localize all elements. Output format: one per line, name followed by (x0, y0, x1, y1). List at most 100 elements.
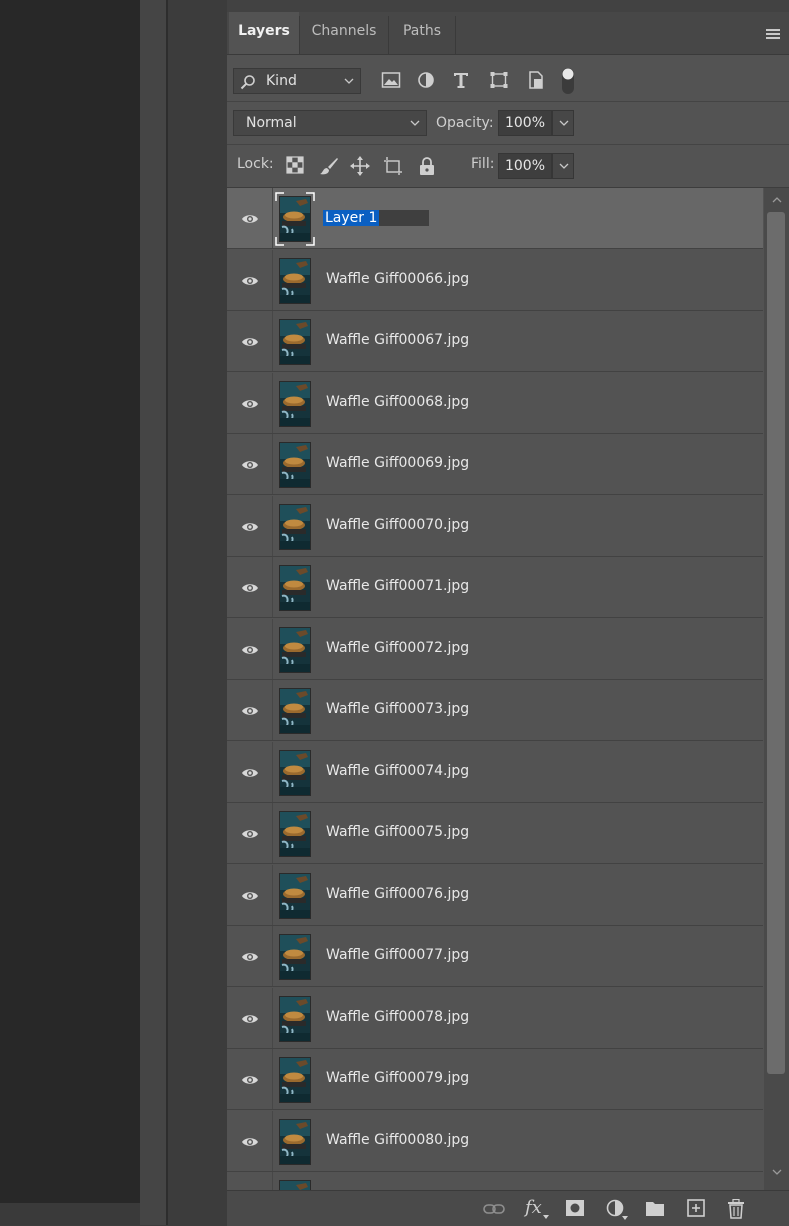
scroll-down-icon[interactable] (772, 1168, 782, 1176)
layer-thumbnail[interactable] (279, 381, 311, 427)
new-layer-icon[interactable] (687, 1199, 705, 1217)
layer-row[interactable] (227, 1172, 763, 1190)
layer-row[interactable]: Waffle Giff00068.jpg (227, 373, 763, 434)
visibility-toggle[interactable] (227, 250, 273, 310)
trash-icon[interactable] (727, 1199, 745, 1219)
layer-row[interactable]: Layer 1 (227, 188, 763, 249)
visibility-toggle[interactable] (227, 311, 273, 371)
visibility-toggle[interactable] (227, 496, 273, 556)
link-layers-icon[interactable] (483, 1202, 505, 1216)
layer-thumbnail[interactable] (279, 258, 311, 304)
layer-row[interactable]: Waffle Giff00075.jpg (227, 803, 763, 864)
blend-mode-select[interactable]: Normal (233, 110, 427, 136)
eye-icon[interactable] (241, 705, 259, 717)
layer-row[interactable]: Waffle Giff00069.jpg (227, 434, 763, 495)
eye-icon[interactable] (241, 828, 259, 840)
layer-thumbnail[interactable] (279, 811, 311, 857)
layer-row[interactable]: Waffle Giff00071.jpg (227, 557, 763, 618)
visibility-toggle[interactable] (227, 865, 273, 925)
panel-menu-icon[interactable] (765, 27, 781, 41)
adjustment-layer-icon[interactable] (606, 1199, 628, 1221)
lock-position-icon[interactable] (350, 156, 370, 176)
eye-icon[interactable] (241, 1013, 259, 1025)
layer-style-button[interactable]: fx (525, 1197, 542, 1218)
eye-icon[interactable] (241, 767, 259, 779)
fill-input[interactable]: 100% (498, 153, 552, 179)
layer-thumbnail[interactable] (279, 565, 311, 611)
group-folder-icon[interactable] (645, 1199, 665, 1217)
eye-icon[interactable] (241, 398, 259, 410)
eye-icon[interactable] (241, 459, 259, 471)
lock-transparent-pixels-icon[interactable] (286, 156, 304, 174)
eye-icon[interactable] (241, 213, 259, 225)
visibility-toggle[interactable] (227, 373, 273, 433)
layer-thumbnail[interactable] (279, 1057, 311, 1103)
layer-row[interactable]: Waffle Giff00072.jpg (227, 619, 763, 680)
visibility-toggle[interactable] (227, 803, 273, 863)
layer-name: Waffle Giff00066.jpg (326, 271, 470, 287)
scroll-up-icon[interactable] (772, 196, 782, 204)
tab-channels[interactable]: Channels (300, 12, 388, 54)
shape-layer-filter-icon[interactable] (489, 71, 509, 89)
eye-icon[interactable] (241, 951, 259, 963)
layer-thumbnail[interactable] (279, 750, 311, 796)
tab-paths[interactable]: Paths (389, 12, 455, 54)
layer-row[interactable]: Waffle Giff00078.jpg (227, 988, 763, 1049)
layer-thumbnail[interactable] (279, 627, 311, 673)
layer-row[interactable]: Waffle Giff00077.jpg (227, 926, 763, 987)
layer-thumbnail[interactable] (279, 873, 311, 919)
visibility-toggle[interactable] (227, 988, 273, 1048)
eye-icon[interactable] (241, 582, 259, 594)
layer-thumbnail[interactable] (279, 1119, 311, 1165)
layer-thumbnail[interactable] (279, 442, 311, 488)
layer-row[interactable]: Waffle Giff00070.jpg (227, 496, 763, 557)
eye-icon[interactable] (241, 890, 259, 902)
layer-row[interactable]: Waffle Giff00074.jpg (227, 742, 763, 803)
layer-list-scrollbar[interactable] (764, 188, 789, 1190)
type-layer-filter-icon[interactable] (452, 71, 470, 89)
lock-all-icon[interactable] (418, 156, 436, 176)
visibility-toggle[interactable] (227, 1111, 273, 1171)
visibility-toggle[interactable] (227, 1172, 273, 1190)
layer-row[interactable]: Waffle Giff00066.jpg (227, 250, 763, 311)
visibility-toggle[interactable] (227, 557, 273, 617)
layer-thumbnail[interactable] (279, 504, 311, 550)
visibility-toggle[interactable] (227, 1049, 273, 1109)
layer-thumbnail[interactable] (279, 996, 311, 1042)
smart-object-filter-icon[interactable] (527, 71, 545, 89)
layer-thumbnail[interactable] (279, 688, 311, 734)
visibility-toggle[interactable] (227, 619, 273, 679)
layer-thumbnail[interactable] (279, 1180, 311, 1190)
eye-icon[interactable] (241, 644, 259, 656)
eye-icon[interactable] (241, 1136, 259, 1148)
layer-row[interactable]: Waffle Giff00079.jpg (227, 1049, 763, 1110)
visibility-toggle[interactable] (227, 926, 273, 986)
visibility-toggle[interactable] (227, 188, 273, 248)
layer-thumbnail[interactable] (279, 934, 311, 980)
tab-layers[interactable]: Layers (229, 12, 299, 54)
layer-row[interactable]: Waffle Giff00080.jpg (227, 1111, 763, 1172)
visibility-toggle[interactable] (227, 434, 273, 494)
lock-artboard-icon[interactable] (383, 156, 403, 176)
layer-thumbnail[interactable] (279, 319, 311, 365)
layer-row[interactable]: Waffle Giff00076.jpg (227, 865, 763, 926)
filter-toggle-icon[interactable] (561, 67, 575, 95)
fill-dropdown[interactable] (552, 153, 574, 179)
opacity-dropdown[interactable] (552, 110, 574, 136)
filter-kind-select[interactable]: Kind (233, 68, 361, 94)
eye-icon[interactable] (241, 275, 259, 287)
opacity-input[interactable]: 100% (498, 110, 552, 136)
eye-icon[interactable] (241, 336, 259, 348)
adjustment-layer-filter-icon[interactable] (417, 71, 435, 89)
lock-image-pixels-icon[interactable] (319, 156, 339, 176)
scrollbar-thumb[interactable] (767, 212, 785, 1074)
eye-icon[interactable] (241, 1074, 259, 1086)
pixel-layer-filter-icon[interactable] (381, 71, 401, 89)
layer-row[interactable]: Waffle Giff00067.jpg (227, 311, 763, 372)
visibility-toggle[interactable] (227, 742, 273, 802)
eye-icon[interactable] (241, 521, 259, 533)
visibility-toggle[interactable] (227, 680, 273, 740)
layer-row[interactable]: Waffle Giff00073.jpg (227, 680, 763, 741)
layer-name-input[interactable]: Layer 1 (323, 210, 429, 226)
add-mask-icon[interactable] (565, 1199, 585, 1217)
